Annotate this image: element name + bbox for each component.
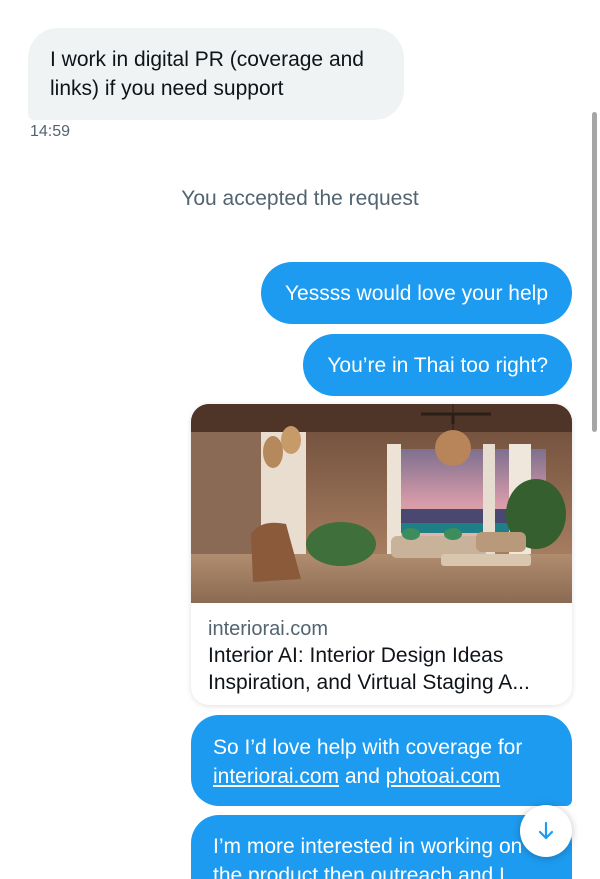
message-timestamp: 14:59 xyxy=(30,123,71,140)
outgoing-message-bubble[interactable]: I’m more interested in working on the pr… xyxy=(191,815,572,879)
message-text-line: links) if you need support xyxy=(50,77,284,100)
message-text: Yessss would love your help xyxy=(284,281,548,305)
outgoing-message-bubble[interactable]: So I’d love help with coverage for inter… xyxy=(191,715,572,806)
arrow-down-icon xyxy=(538,821,554,840)
inline-link-interiorai[interactable]: interiorai.com xyxy=(213,765,339,788)
scroll-to-bottom-button[interactable] xyxy=(520,805,572,857)
message-text-line: I’m more interested in working on xyxy=(213,835,523,858)
message-text-line: So I’d love help with coverage for xyxy=(213,736,523,759)
scrollbar[interactable] xyxy=(592,112,597,432)
outgoing-message-bubble[interactable]: Yessss would love your help xyxy=(260,262,572,324)
message-text-line: I work in digital PR (coverage and xyxy=(50,48,364,71)
link-title-line: Inspiration, and Virtual Staging A... xyxy=(208,671,530,694)
link-domain: interiorai.com xyxy=(208,618,329,640)
system-message: You accepted the request xyxy=(181,187,419,210)
message-text-line: interiorai.com and photoai.com xyxy=(213,762,550,791)
dm-conversation: I work in digital PR (coverage and links… xyxy=(0,0,600,879)
link-title-line: Interior AI: Interior Design Ideas xyxy=(208,644,504,667)
link-preview-image xyxy=(191,404,572,603)
inline-link-photoai[interactable]: photoai.com xyxy=(386,765,500,788)
message-text-line: the product then outreach and I xyxy=(213,864,505,879)
incoming-message-bubble[interactable]: I work in digital PR (coverage and links… xyxy=(28,28,404,120)
outgoing-message-bubble[interactable]: You’re in Thai too right? xyxy=(303,334,572,396)
conjunction-text: and xyxy=(339,765,386,788)
message-text: You’re in Thai too right? xyxy=(327,353,548,377)
link-preview-card[interactable]: interiorai.com Interior AI: Interior Des… xyxy=(191,404,572,705)
